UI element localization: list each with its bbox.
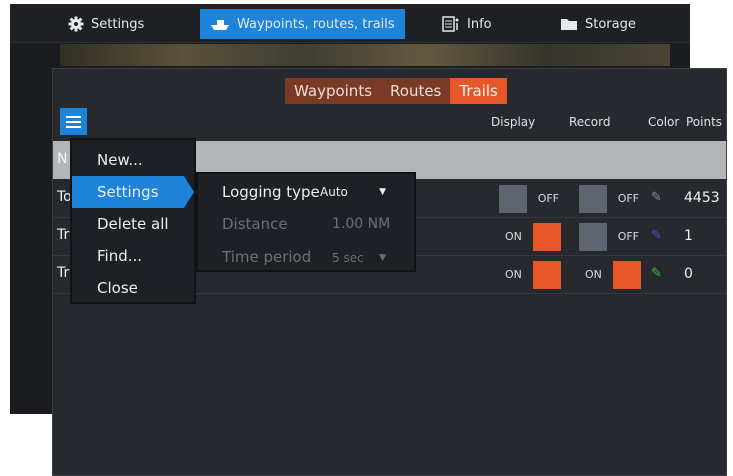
row-name: Tr	[57, 265, 70, 281]
menu-button[interactable]	[60, 108, 87, 135]
display-toggle[interactable]: ON	[499, 261, 561, 289]
select-value: 5 sec	[332, 251, 364, 265]
top-tab-settings[interactable]: Settings	[68, 9, 144, 39]
settings-submenu: Logging type Auto ▼ Distance 1.00 NM Tim…	[196, 172, 416, 272]
column-header-display: Display	[491, 115, 536, 129]
top-tab-label: Waypoints, routes, trails	[237, 16, 395, 32]
top-tab-label: Storage	[585, 16, 636, 32]
top-tab-storage[interactable]: Storage	[560, 9, 636, 39]
trail-color-icon[interactable]: ✎	[651, 266, 662, 281]
toggle-knob	[579, 185, 607, 213]
menu-item-delete-all[interactable]: Delete all	[72, 208, 194, 240]
row-name: Tr	[57, 227, 70, 243]
column-header-record: Record	[569, 115, 611, 129]
chevron-down-icon: ▼	[379, 253, 386, 263]
menu-item-close[interactable]: Close	[72, 272, 194, 304]
chart-background-strip	[60, 44, 670, 66]
top-tab-waypoints-routes-trails[interactable]: Waypoints, routes, trails	[200, 9, 405, 39]
toggle-label: OFF	[617, 192, 639, 205]
toggle-knob	[613, 261, 641, 289]
name-header-initial: N	[57, 151, 68, 167]
column-header-color: Color	[648, 115, 680, 129]
record-toggle[interactable]: OFF	[579, 223, 641, 251]
distance-label: Distance	[222, 215, 288, 233]
boat-icon	[211, 20, 229, 30]
points-count: 0	[684, 266, 693, 282]
hamburger-icon	[66, 120, 81, 123]
toggle-knob	[579, 223, 607, 251]
info-icon	[442, 16, 459, 32]
record-toggle[interactable]: OFF	[579, 185, 641, 213]
toggle-label: ON	[585, 268, 602, 281]
tab-waypoints[interactable]: Waypoints	[285, 78, 382, 104]
menu-item-find[interactable]: Find...	[72, 240, 194, 272]
menu-item-settings[interactable]: Settings	[72, 176, 194, 208]
menu-item-new[interactable]: New...	[72, 144, 194, 176]
menu-item-label: Settings	[97, 183, 159, 201]
display-toggle[interactable]: OFF	[499, 185, 561, 213]
panel-tabs: Waypoints Routes Trails	[285, 78, 507, 104]
logging-type-select[interactable]: Auto ▼	[320, 180, 392, 204]
toggle-knob	[533, 261, 561, 289]
toggle-label: OFF	[617, 230, 639, 243]
submenu-arrow	[184, 176, 194, 208]
hamburger-icon	[66, 115, 81, 118]
record-toggle[interactable]: ON	[579, 261, 641, 289]
toggle-knob	[533, 223, 561, 251]
chevron-down-icon: ▼	[379, 187, 386, 197]
trail-color-icon[interactable]: ✎	[651, 190, 662, 205]
select-value: Auto	[320, 185, 348, 199]
top-tab-info[interactable]: Info	[442, 9, 492, 39]
context-menu: New... Settings Delete all Find... Close	[70, 138, 196, 304]
gear-icon	[68, 16, 84, 32]
top-menu-bar: Settings Waypoints, routes, trails Info …	[10, 4, 690, 43]
hamburger-icon	[66, 125, 81, 128]
logging-type-label: Logging type	[222, 183, 320, 201]
toggle-label: ON	[505, 268, 522, 281]
column-header-points: Points	[686, 115, 723, 129]
distance-value: 1.00 NM	[332, 216, 391, 232]
trail-color-icon[interactable]: ✎	[651, 228, 662, 243]
top-tab-label: Settings	[91, 16, 145, 32]
points-count: 1	[684, 228, 693, 244]
display-toggle[interactable]: ON	[499, 223, 561, 251]
points-count: 4453	[684, 190, 720, 206]
top-tab-label: Info	[467, 16, 492, 32]
folder-icon	[561, 19, 577, 30]
tab-trails[interactable]: Trails	[450, 78, 507, 104]
toggle-knob	[499, 185, 527, 213]
time-period-label: Time period	[222, 248, 312, 266]
time-period-select[interactable]: 5 sec ▼	[332, 246, 392, 270]
toggle-label: OFF	[537, 192, 559, 205]
toggle-label: ON	[505, 230, 522, 243]
tab-routes[interactable]: Routes	[381, 78, 451, 104]
